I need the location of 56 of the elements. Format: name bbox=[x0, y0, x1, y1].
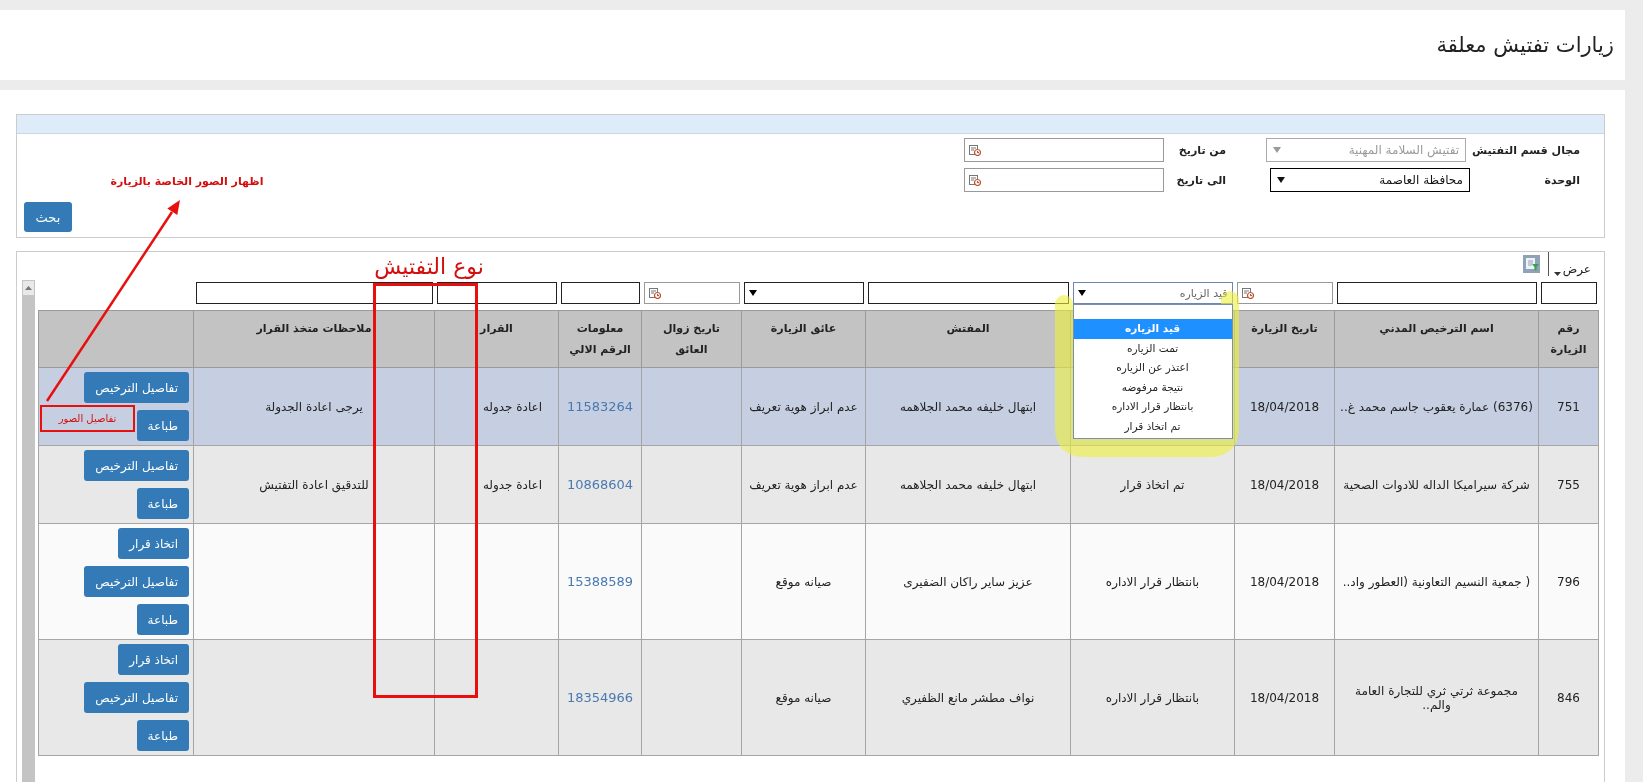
record-link[interactable]: 15388589 bbox=[566, 574, 634, 589]
table-cell: 18/04/2018 bbox=[1234, 445, 1335, 524]
table-cell: مجموعة ثرتي ثري للتجارة العامة والم.. bbox=[1334, 639, 1539, 756]
table-cell: ( جمعية النسيم التعاونية (العطور واد.. bbox=[1334, 523, 1539, 640]
table-cell: عدم ابراز هوية تعريف bbox=[741, 445, 866, 524]
action-button[interactable]: طباعة bbox=[136, 720, 189, 751]
action-button[interactable]: تفاصيل الترخيص bbox=[84, 566, 189, 597]
action-button[interactable]: تفاصيل الترخيص bbox=[84, 450, 189, 481]
field-label: مجال قسم التفتيش bbox=[1472, 143, 1580, 157]
action-button[interactable]: اتخاذ قرار bbox=[118, 528, 189, 559]
table-cell: تم اتخاذ قرار bbox=[1070, 445, 1235, 524]
table-cell: عدم ابراز هوية تعريف bbox=[741, 367, 866, 446]
field-label: الى تاريخ bbox=[1175, 173, 1227, 187]
table-cell: للتدقيق اعادة التفتيش bbox=[193, 445, 435, 524]
table-cell: يرجى اعادة الجدولة bbox=[193, 367, 435, 446]
dropdown-option[interactable]: تمت الزياره bbox=[1073, 338, 1232, 358]
record-link[interactable]: 10868604 bbox=[566, 477, 634, 492]
table-cell: 846 bbox=[1538, 639, 1599, 756]
table-cell: اعادة جدوله bbox=[434, 445, 559, 524]
view-menu[interactable]: عرض bbox=[1553, 252, 1591, 276]
table-cell: 18/04/2018 bbox=[1234, 523, 1335, 640]
action-button[interactable]: تفاصيل الترخيص bbox=[84, 372, 189, 403]
table-cell: (6376) عمارة يعقوب جاسم محمد غ.. bbox=[1334, 367, 1539, 446]
table-cell: صيانه موقع bbox=[741, 523, 866, 640]
table-cell: صيانه موقع bbox=[741, 639, 866, 756]
status-filter-dropdown[interactable]: قيد الزياره bbox=[1072, 282, 1233, 304]
search-button[interactable]: بحث bbox=[24, 202, 72, 232]
dropdown-option[interactable]: نتيجة مرفوضه bbox=[1073, 377, 1232, 397]
field-label: الوحدة bbox=[1543, 173, 1580, 187]
table-cell: 755 bbox=[1538, 445, 1599, 524]
dropdown[interactable]: محافظة العاصمة bbox=[1270, 168, 1470, 192]
table-cell: 796 bbox=[1538, 523, 1599, 640]
table-cell: 751 bbox=[1538, 367, 1599, 446]
table-cell: 18/04/2018 bbox=[1234, 367, 1335, 446]
table-cell: بانتظار قرار الاداره bbox=[1070, 639, 1235, 756]
table-cell: نواف مطشر مانع الظفيري bbox=[865, 639, 1071, 756]
action-button[interactable]: طباعة bbox=[136, 410, 189, 441]
dropdown-option[interactable]: تم اتخاذ قرار bbox=[1073, 416, 1232, 436]
table-cell: شركة سيراميكا الداله للادوات الصحية bbox=[1334, 445, 1539, 524]
record-link[interactable]: 18354966 bbox=[566, 690, 634, 705]
table-cell: عزيز ساير راكان الضفيرى bbox=[865, 523, 1071, 640]
annotation-label: نوع التفتيش bbox=[373, 252, 485, 281]
page-title: زيارات تفتيش معلقة bbox=[1436, 33, 1614, 57]
action-button[interactable]: اتخاذ قرار bbox=[118, 644, 189, 675]
annotation-label: اظهار الصور الخاصة بالزيارة bbox=[112, 173, 262, 190]
table-cell: بانتظار قرار الاداره bbox=[1070, 523, 1235, 640]
action-button[interactable]: طباعة bbox=[136, 604, 189, 635]
table-cell: 18/04/2018 bbox=[1234, 639, 1335, 756]
action-button[interactable]: تفاصيل الترخيص bbox=[84, 682, 189, 713]
table-cell: اعادة جدوله bbox=[434, 367, 559, 446]
dropdown-option[interactable]: بانتظار قرار الاداره bbox=[1073, 397, 1232, 417]
table-cell: ابتهال خليفه محمد الجلاهمه bbox=[865, 445, 1071, 524]
table-cell: ابتهال خليفه محمد الجلاهمه bbox=[865, 367, 1071, 446]
annotation-box: تفاصيل الصور bbox=[40, 405, 135, 432]
action-button[interactable]: طباعة bbox=[136, 488, 189, 519]
field-label: من تاريخ bbox=[1177, 143, 1227, 157]
